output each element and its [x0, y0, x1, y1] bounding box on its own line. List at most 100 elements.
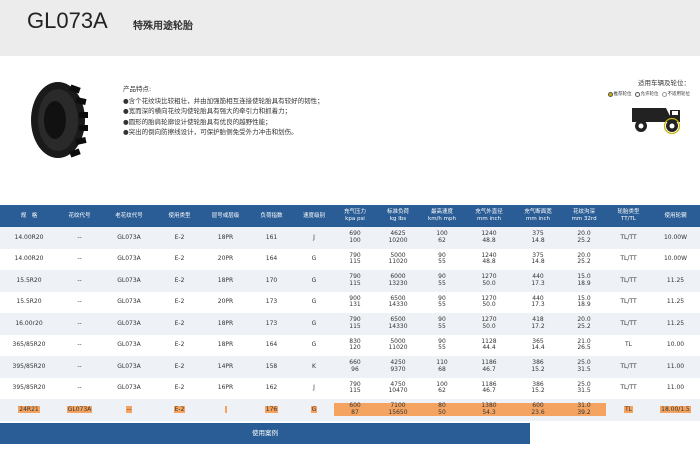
table-cell: 25.0 31.5: [562, 356, 606, 378]
table-cell: 1380 54.3: [464, 399, 514, 421]
table-cell: 173: [249, 313, 294, 335]
table-cell: J: [294, 377, 334, 399]
table-cell: GL073A: [101, 270, 157, 292]
recommended-dot-icon: [607, 91, 613, 97]
table-cell: 110 68: [420, 356, 464, 378]
table-cell: 1128 44.4: [464, 334, 514, 356]
table-cell: GL073A: [101, 377, 157, 399]
features-title: 产品特点:: [123, 85, 152, 93]
legend-not-applicable: 不适用轮位: [661, 91, 691, 97]
table-cell: TL/TT: [606, 270, 651, 292]
table-cell: 90 55: [420, 291, 464, 313]
table-cell: 21.0 26.5: [562, 334, 606, 356]
table-cell: 100 62: [420, 227, 464, 249]
table-cell: --: [58, 270, 101, 292]
table-cell: E-2: [157, 291, 202, 313]
table-cell: 600 23.6: [514, 399, 562, 421]
table-cell: 395/85R20: [0, 356, 58, 378]
table-cell: 386 15.2: [514, 356, 562, 378]
table-cell: 5000 11020: [376, 248, 420, 270]
table-row: 395/85R20 -- GL073A E-2 14PR 158 K 660 96 4250 937…: [0, 356, 700, 378]
table-cell: 15.0 18.9: [562, 270, 606, 292]
mining-truck-icon: [632, 108, 681, 134]
table-cell: 790 115: [334, 377, 376, 399]
table-cell: 600 87: [334, 399, 376, 421]
table-cell: TL/TT: [606, 377, 651, 399]
table-row: 15.5R20 -- GL073A E-2 20PR 173 G 900 131 6500 1433…: [0, 291, 700, 313]
table-cell: 25.0 31.5: [562, 377, 606, 399]
application-panel: 适用车辆及轮位： 推荐轮位 允许轮位 不适用轮位: [606, 77, 690, 97]
table-cell: --: [58, 291, 101, 313]
table-cell: G: [294, 313, 334, 335]
table-cell: --: [58, 377, 101, 399]
column-header: 使用类型: [157, 205, 202, 227]
table-cell: GL073A: [101, 248, 157, 270]
column-header: 规 格: [0, 205, 58, 227]
column-header: 最高速度 km/h mph: [420, 205, 464, 227]
column-header: 充气外直径 mm inch: [464, 205, 514, 227]
table-cell: J: [294, 227, 334, 249]
table-cell: 790 115: [334, 270, 376, 292]
table-cell: 170: [249, 270, 294, 292]
table-cell: GL073A: [101, 356, 157, 378]
table-cell: 386 15.2: [514, 377, 562, 399]
table-cell: 18PR: [202, 334, 249, 356]
table-cell: 14.00R20: [0, 227, 58, 249]
table-cell: --: [58, 356, 101, 378]
column-header: 花纹沟深 mm 32rd: [562, 205, 606, 227]
table-cell: 18.00/1.5: [651, 399, 700, 421]
column-header: 老花纹代号: [101, 205, 157, 227]
table-cell: 158: [249, 356, 294, 378]
column-header: 充气压力 kpa psi: [334, 205, 376, 227]
table-cell: TL/TT: [606, 227, 651, 249]
feature-item: ●含个花纹块比较粗壮，并由加强筋相互连接使轮胎具有较好的韧性；: [123, 96, 324, 105]
table-cell: 4250 9370: [376, 356, 420, 378]
table-cell: --: [101, 399, 157, 421]
table-cell: 173: [249, 291, 294, 313]
feature-item: ●圆形的胎肩轮廓设计使轮胎具有优良的越野性能；: [123, 117, 272, 126]
table-cell: 790 115: [334, 313, 376, 335]
table-cell: K: [294, 356, 334, 378]
table-cell: 4625 10200: [376, 227, 420, 249]
table-cell: 375 14.8: [514, 227, 562, 249]
table-cell: E-2: [157, 356, 202, 378]
page-header: GL073A 特殊用途轮胎: [0, 0, 700, 56]
table-cell: 365/85R20: [0, 334, 58, 356]
table-cell: 10.00: [651, 334, 700, 356]
table-cell: 164: [249, 248, 294, 270]
table-cell: 18PR: [202, 270, 249, 292]
column-header: 花纹代号: [58, 205, 101, 227]
table-cell: 16.00r20: [0, 313, 58, 335]
table-cell: 418 17.2: [514, 313, 562, 335]
table-cell: TL/TT: [606, 291, 651, 313]
table-cell: 80 50: [420, 399, 464, 421]
table-cell: 100 62: [420, 377, 464, 399]
product-features: 产品特点: ●含个花纹块比较粗壮，并由加强筋相互连接使轮胎具有较好的韧性； ●宽…: [123, 84, 443, 138]
table-cell: 1186 46.7: [464, 377, 514, 399]
table-cell: 660 96: [334, 356, 376, 378]
column-header: 层号或层级: [202, 205, 249, 227]
table-cell: 10.00W: [651, 248, 700, 270]
tire-image: [31, 82, 88, 158]
table-cell: 440 17.3: [514, 270, 562, 292]
table-cell: 164: [249, 334, 294, 356]
table-row: 14.00R20 -- GL073A E-2 20PR 164 G 790 115 5000 110…: [0, 248, 700, 270]
table-cell: 90 55: [420, 270, 464, 292]
table-cell: 11.25: [651, 291, 700, 313]
column-header: 充气断面宽 mm inch: [514, 205, 562, 227]
table-cell: 1270 50.0: [464, 313, 514, 335]
table-cell: G: [294, 248, 334, 270]
table-cell: 6000 13230: [376, 270, 420, 292]
legend-label: 不适用轮位: [667, 92, 691, 97]
table-cell: GL073A: [101, 227, 157, 249]
table-cell: 900 131: [334, 291, 376, 313]
table-row: 14.00R20 -- GL073A E-2 18PR 161 J 690 100 4625 102…: [0, 227, 700, 249]
table-cell: 11.00: [651, 356, 700, 378]
category-label: 特殊用途轮胎: [133, 21, 193, 32]
model-title: GL073A: [27, 8, 108, 33]
table-cell: --: [58, 248, 101, 270]
spec-table: 规 格花纹代号 老花纹代号 使用类型 层号或层级 负荷指数 速度级别 充气压力 kpa psi…: [0, 205, 700, 421]
table-cell: E-2: [157, 227, 202, 249]
table-cell: 1240 48.8: [464, 227, 514, 249]
usage-cases-button[interactable]: 使用案例: [0, 423, 530, 444]
